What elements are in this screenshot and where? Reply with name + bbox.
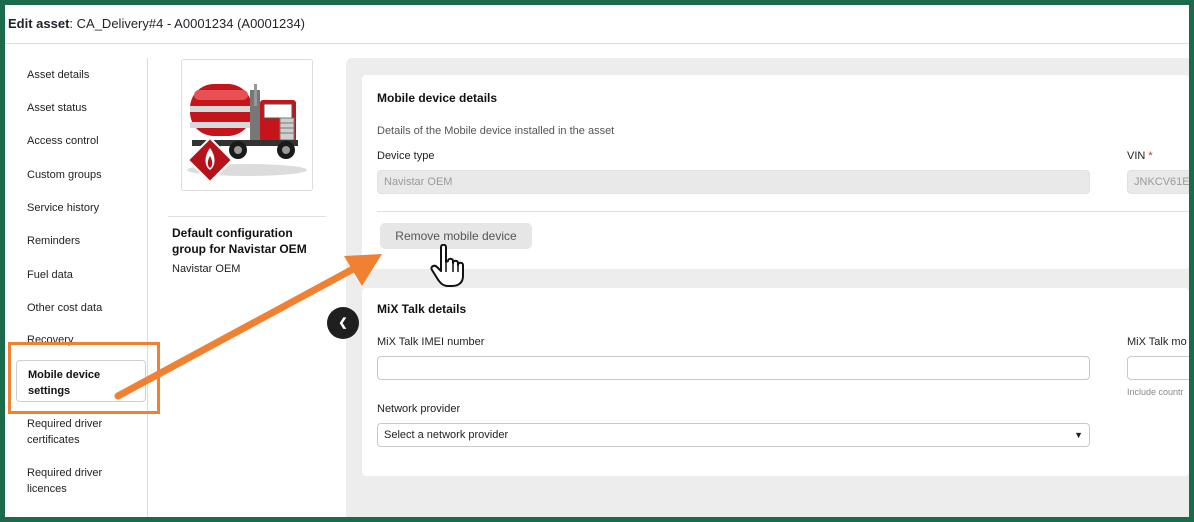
configuration-group-subtitle: Navistar OEM: [172, 263, 241, 275]
dropdown-caret-icon: ▼: [1074, 430, 1083, 440]
mobile-device-description: Details of the Mobile device installed i…: [377, 125, 615, 137]
mobile-device-details-title: Mobile device details: [377, 91, 498, 105]
network-provider-selected: Select a network provider: [384, 429, 509, 441]
sidebar-item-access-control[interactable]: Access control: [27, 133, 137, 149]
mix-talk-imei-input[interactable]: [377, 356, 1090, 380]
mix-talk-details-title: MiX Talk details: [377, 302, 467, 316]
mix-talk-imei-label: MiX Talk IMEI number: [377, 336, 485, 348]
network-provider-select[interactable]: Select a network provider ▼: [377, 423, 1090, 447]
vin-field: JNKCV61E4: [1127, 170, 1194, 194]
network-provider-label: Network provider: [377, 403, 461, 415]
annotation-highlight-box: [8, 342, 160, 414]
sidebar-item-asset-status[interactable]: Asset status: [27, 100, 137, 116]
page-title-prefix: Edit asset: [8, 16, 70, 31]
page-title: Edit asset: CA_Delivery#4 - A0001234 (A0…: [8, 16, 305, 31]
device-type-label: Device type: [377, 150, 435, 162]
collapse-panel-button[interactable]: ❮: [327, 307, 359, 339]
mix-talk-mobile-label: MiX Talk mo: [1127, 336, 1187, 348]
pointer-hand-icon: [430, 244, 464, 287]
sidebar-item-reminders[interactable]: Reminders: [27, 233, 137, 249]
main-content: Mobile device details Details of the Mob…: [346, 58, 1194, 517]
device-type-field: Navistar OEM: [377, 170, 1090, 194]
sidebar-item-fuel-data[interactable]: Fuel data: [27, 267, 137, 283]
mix-talk-mobile-input[interactable]: [1127, 356, 1194, 380]
sidebar-item-service-history[interactable]: Service history: [27, 200, 137, 216]
mobile-device-details-card: Mobile device details Details of the Mob…: [362, 75, 1194, 269]
page-title-text: : CA_Delivery#4 - A0001234 (A0001234): [69, 16, 306, 31]
sidebar-item-custom-groups[interactable]: Custom groups: [27, 167, 137, 183]
configuration-group-title: Default configuration group for Navistar…: [172, 226, 307, 256]
sidebar-item-required-driver-certificates[interactable]: Required driver certificates: [27, 416, 137, 448]
profile-divider: [168, 216, 326, 217]
vin-required-marker: *: [1148, 150, 1153, 162]
sidebar-item-required-driver-licences[interactable]: Required driver licences: [27, 465, 137, 497]
chevron-left-icon: ❮: [338, 317, 348, 329]
sidebar-item-asset-details[interactable]: Asset details: [27, 67, 137, 83]
mix-talk-details-card: MiX Talk details MiX Talk IMEI number Mi…: [362, 288, 1194, 476]
sidebar-item-other-cost-data[interactable]: Other cost data: [27, 300, 137, 316]
page-header: Edit asset: CA_Delivery#4 - A0001234 (A0…: [5, 5, 1189, 44]
asset-image: [181, 59, 313, 191]
sidebar: Asset details Asset status Access contro…: [5, 58, 148, 517]
fuel-tanker-truck-icon: [182, 60, 312, 190]
section-divider: [377, 211, 1189, 212]
mix-talk-mobile-hint: Include countr: [1127, 387, 1184, 397]
asset-profile-panel: Default configuration group for Navistar…: [148, 58, 346, 517]
vin-label-text: VIN: [1127, 150, 1146, 162]
vin-label: VIN *: [1127, 150, 1153, 162]
